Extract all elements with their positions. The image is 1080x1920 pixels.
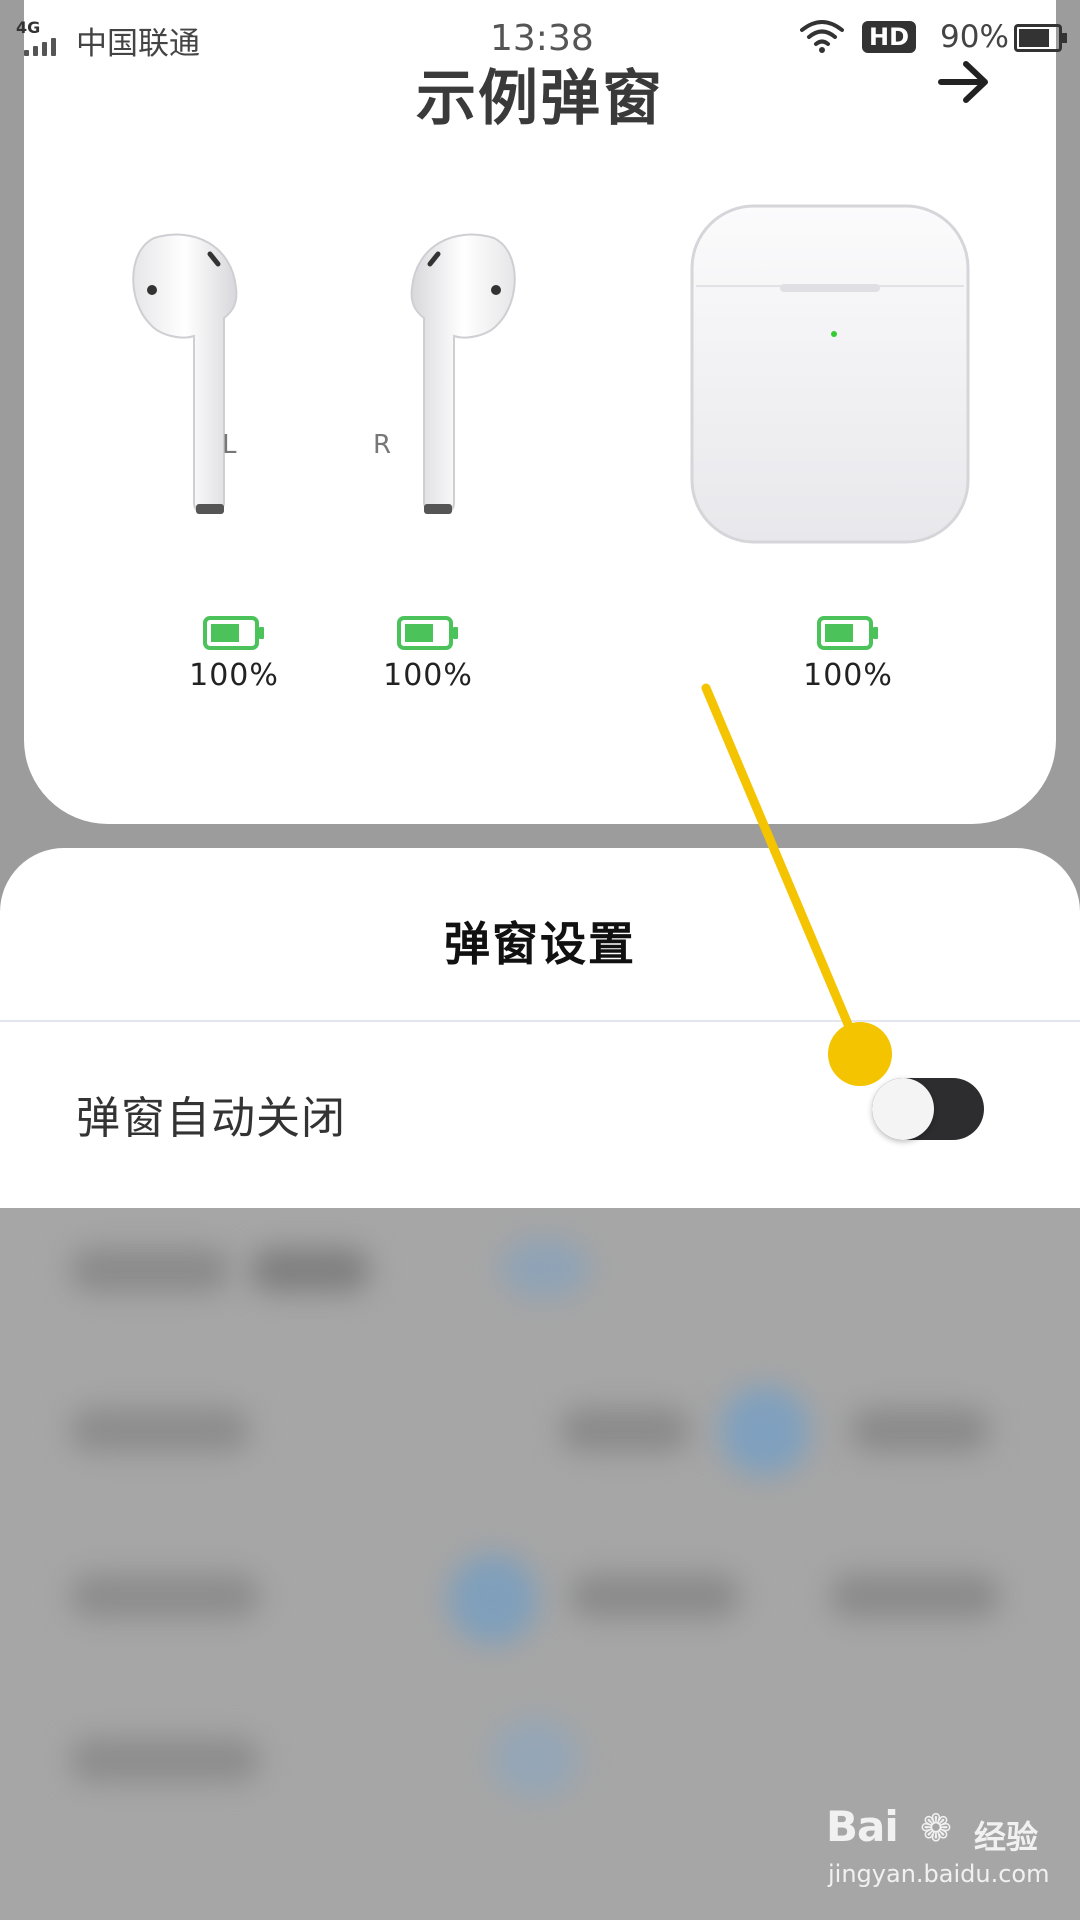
left-battery-percent: 100%: [189, 658, 279, 693]
left-earbud-image: [132, 233, 238, 514]
right-earbud-marking: R: [373, 430, 392, 460]
hd-badge: HD: [862, 21, 916, 53]
paw-icon: ❁: [920, 1806, 952, 1850]
sheet-title: 弹窗设置: [444, 917, 636, 971]
phone-screen: 4G 中国联通 13:38 HD 90% 示例弹窗 L R 100% 100% …: [0, 0, 1080, 1920]
toggle-knob: [872, 1078, 934, 1140]
right-earbud-image: [410, 233, 516, 514]
network-type: 4G: [16, 18, 41, 37]
auto-close-label: 弹窗自动关闭: [76, 1093, 346, 1144]
battery-full-icon: [397, 616, 458, 650]
settings-sheet: 弹窗设置 弹窗自动关闭: [0, 848, 1080, 1208]
battery-full-icon: [817, 616, 878, 650]
auto-close-setting-row[interactable]: 弹窗自动关闭: [0, 1022, 1080, 1204]
left-earbud-battery: 100%: [154, 616, 314, 693]
baidu-jingyan-watermark: Bai ❁ 经验 jingyan.baidu.com: [826, 1802, 1056, 1902]
battery-icon: [1014, 24, 1067, 52]
right-battery-percent: 100%: [383, 658, 473, 693]
clock: 13:38: [490, 18, 594, 59]
left-earbud-marking: L: [222, 430, 237, 460]
carrier-name: 中国联通: [76, 26, 200, 62]
watermark-brand-suffix: 经验: [974, 1818, 1039, 1856]
status-bar: 4G 中国联通 13:38 HD 90%: [0, 0, 1080, 76]
right-earbud-battery: 100%: [348, 616, 508, 693]
signal-icon: 4G: [16, 18, 62, 56]
case-battery-percent: 100%: [803, 658, 893, 693]
popup-card: 示例弹窗 L R 100% 100% 100%: [24, 0, 1056, 824]
charging-case-image: [690, 204, 970, 544]
battery-percent: 90%: [940, 19, 1009, 55]
battery-full-icon: [203, 616, 264, 650]
watermark-brand: Bai: [826, 1802, 899, 1851]
case-battery: 100%: [768, 616, 928, 693]
wifi-icon: [800, 20, 844, 53]
auto-close-toggle[interactable]: [872, 1078, 984, 1140]
watermark-url: jingyan.baidu.com: [828, 1860, 1050, 1888]
